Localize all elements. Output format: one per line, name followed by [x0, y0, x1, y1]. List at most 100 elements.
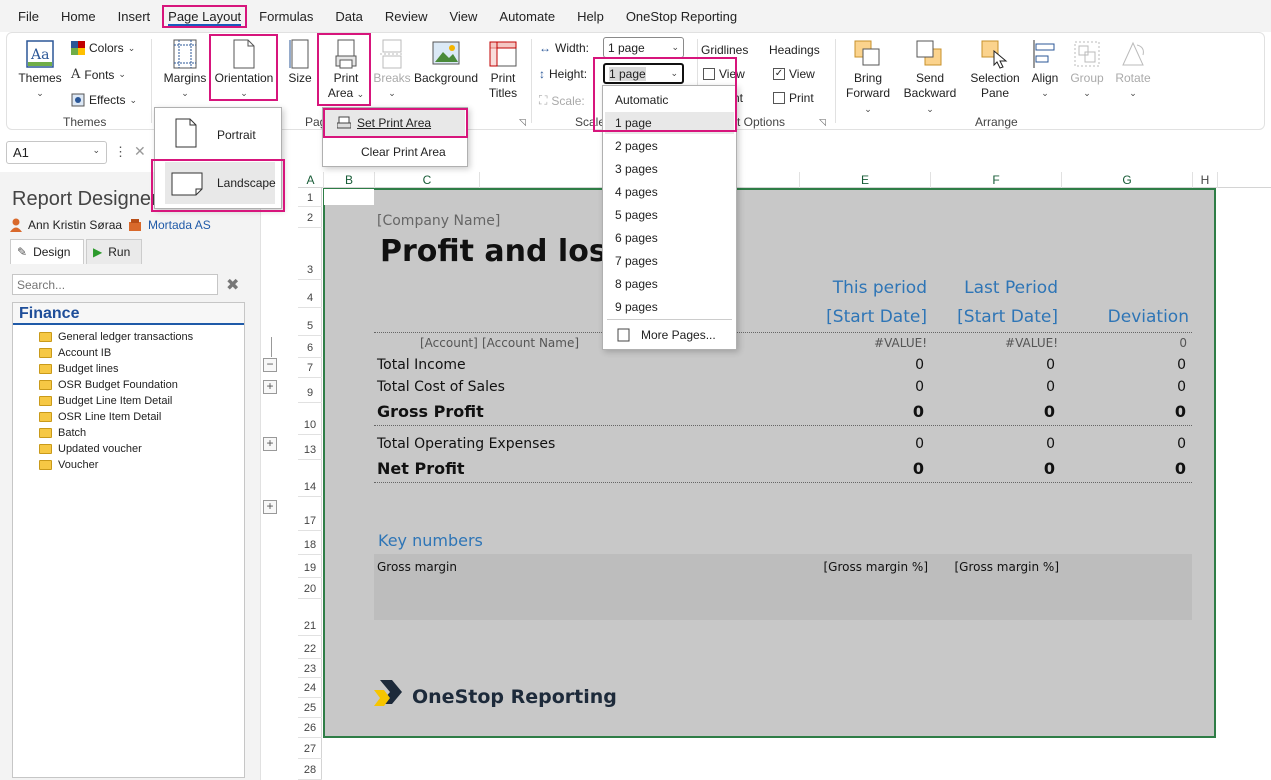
collapse-outline-icon[interactable]: − — [263, 358, 277, 372]
colors-button[interactable]: Colors ⌄ — [71, 41, 135, 55]
row-header[interactable]: 24 — [298, 678, 322, 698]
print-titles-button[interactable]: Print Titles — [483, 39, 523, 101]
margins-button[interactable]: Margins ⌄ — [161, 39, 209, 101]
themes-button[interactable]: Aa Themes ⌄ — [17, 39, 63, 101]
tree-item[interactable]: Batch — [13, 425, 244, 441]
row-header[interactable]: 19 — [298, 555, 322, 578]
tree-item[interactable]: OSR Line Item Detail — [13, 409, 244, 425]
column-header[interactable]: F — [931, 172, 1062, 188]
print-area-button[interactable]: Print Area ⌄ — [321, 39, 371, 102]
column-header[interactable]: B — [324, 172, 375, 188]
height-option[interactable]: 8 pages — [605, 273, 734, 295]
align-button[interactable]: Align ⌄ — [1027, 39, 1063, 101]
background-button[interactable]: Background — [413, 39, 479, 86]
column-header[interactable]: G — [1062, 172, 1193, 188]
tab-onestop-reporting[interactable]: OneStop Reporting — [616, 6, 747, 27]
tab-formulas[interactable]: Formulas — [249, 6, 323, 27]
selection-pane-button[interactable]: Selection Pane — [967, 39, 1023, 101]
tree-item[interactable]: Budget lines — [13, 361, 244, 377]
row-header[interactable]: 23 — [298, 659, 322, 678]
tab-run[interactable]: ▶ Run — [86, 239, 142, 264]
tab-home[interactable]: Home — [51, 6, 106, 27]
height-option[interactable]: 3 pages — [605, 158, 734, 180]
headings-print-checkbox[interactable]: Print — [773, 91, 814, 105]
orientation-portrait[interactable]: Portrait — [155, 114, 281, 156]
row-header[interactable]: 27 — [298, 738, 322, 759]
tab-automate[interactable]: Automate — [489, 6, 565, 27]
tree-item[interactable]: Budget Line Item Detail — [13, 393, 244, 409]
name-box[interactable]: A1 ⌄ — [6, 141, 107, 164]
tab-design[interactable]: ✎ Design — [10, 239, 84, 264]
gridlines-view-checkbox[interactable]: View — [703, 67, 745, 81]
tab-page-layout[interactable]: Page Layout — [162, 4, 248, 28]
headings-view-checkbox[interactable]: ✓ View — [773, 67, 815, 81]
expand-outline-icon[interactable]: + — [263, 500, 277, 514]
row-header[interactable]: 20 — [298, 578, 322, 599]
send-backward-button[interactable]: Send Backward ⌄ — [899, 39, 961, 117]
tree-item[interactable]: Updated voucher — [13, 441, 244, 457]
more-pages-item[interactable]: More Pages... — [603, 324, 736, 346]
height-option[interactable]: 1 page — [605, 112, 734, 134]
column-header[interactable]: E — [800, 172, 931, 188]
height-option[interactable]: 4 pages — [605, 181, 734, 203]
height-option[interactable]: 5 pages — [605, 204, 734, 226]
row-header[interactable]: 2 — [298, 207, 322, 228]
row-header[interactable]: 3 — [298, 228, 322, 280]
row-header[interactable]: 5 — [298, 308, 322, 336]
tree-item[interactable]: Account IB — [13, 345, 244, 361]
tab-help[interactable]: Help — [567, 6, 614, 27]
row-header[interactable]: 17 — [298, 497, 322, 531]
row-header[interactable]: 4 — [298, 280, 322, 308]
tab-review[interactable]: Review — [375, 6, 438, 27]
row-header[interactable]: 14 — [298, 460, 322, 497]
expand-outline-icon[interactable]: + — [263, 380, 277, 394]
row-header[interactable]: 7 — [298, 358, 322, 378]
height-option[interactable]: 7 pages — [605, 250, 734, 272]
tab-insert[interactable]: Insert — [108, 6, 161, 27]
fonts-button[interactable]: A Fonts ⌄ — [71, 67, 126, 82]
tree-item[interactable]: OSR Budget Foundation — [13, 377, 244, 393]
column-header[interactable]: A — [298, 172, 324, 188]
row-header[interactable]: 1 — [298, 188, 322, 207]
tree-item[interactable]: Voucher — [13, 457, 244, 473]
size-button[interactable]: Size — [284, 39, 316, 86]
orientation-button[interactable]: Orientation ⌄ — [213, 39, 275, 101]
effects-button[interactable]: Effects ⌄ — [71, 93, 137, 107]
row-header[interactable]: 13 — [298, 435, 322, 460]
tab-data[interactable]: Data — [325, 6, 372, 27]
rotate-button[interactable]: Rotate ⌄ — [1111, 39, 1155, 101]
column-header[interactable]: H — [1193, 172, 1218, 188]
row-header[interactable]: 26 — [298, 718, 322, 738]
expand-outline-icon[interactable]: + — [263, 437, 277, 451]
height-option[interactable]: Automatic — [605, 89, 734, 111]
height-select[interactable]: 1 page ⌄ — [603, 63, 684, 84]
row-header[interactable]: 21 — [298, 599, 322, 636]
clear-print-area-item[interactable]: Clear Print Area — [325, 140, 465, 164]
more-icon[interactable]: ⋮ — [114, 144, 127, 160]
tree-item[interactable]: General ledger transactions — [13, 329, 244, 345]
row-header[interactable]: 25 — [298, 698, 322, 718]
set-print-area-item[interactable]: Set Print Area — [325, 110, 465, 136]
height-option[interactable]: 9 pages — [605, 296, 734, 318]
sheet-options-launcher-icon[interactable]: ◹ — [819, 117, 826, 128]
row-header[interactable]: 6 — [298, 336, 322, 358]
row-header[interactable]: 18 — [298, 531, 322, 555]
row-header[interactable]: 22 — [298, 636, 322, 659]
width-select[interactable]: 1 page ⌄ — [603, 37, 684, 58]
selected-cell-a1[interactable] — [324, 189, 374, 205]
row-header[interactable]: 10 — [298, 403, 322, 435]
height-option[interactable]: 6 pages — [605, 227, 734, 249]
search-input[interactable] — [12, 274, 218, 295]
clear-search-icon[interactable]: ✖ — [226, 275, 239, 295]
page-setup-launcher-icon[interactable]: ◹ — [519, 117, 526, 128]
tab-file[interactable]: File — [8, 6, 49, 27]
tab-view[interactable]: View — [439, 6, 487, 27]
breaks-button[interactable]: Breaks ⌄ — [373, 39, 411, 101]
company-info[interactable]: Mortada AS — [128, 218, 211, 232]
cancel-icon[interactable]: ✕ — [134, 143, 146, 160]
orientation-landscape[interactable]: Landscape — [165, 162, 276, 204]
height-option[interactable]: 2 pages — [605, 135, 734, 157]
group-button[interactable]: Group ⌄ — [1067, 39, 1107, 101]
bring-forward-button[interactable]: Bring Forward ⌄ — [843, 39, 893, 117]
tree-title[interactable]: Finance — [13, 303, 244, 325]
